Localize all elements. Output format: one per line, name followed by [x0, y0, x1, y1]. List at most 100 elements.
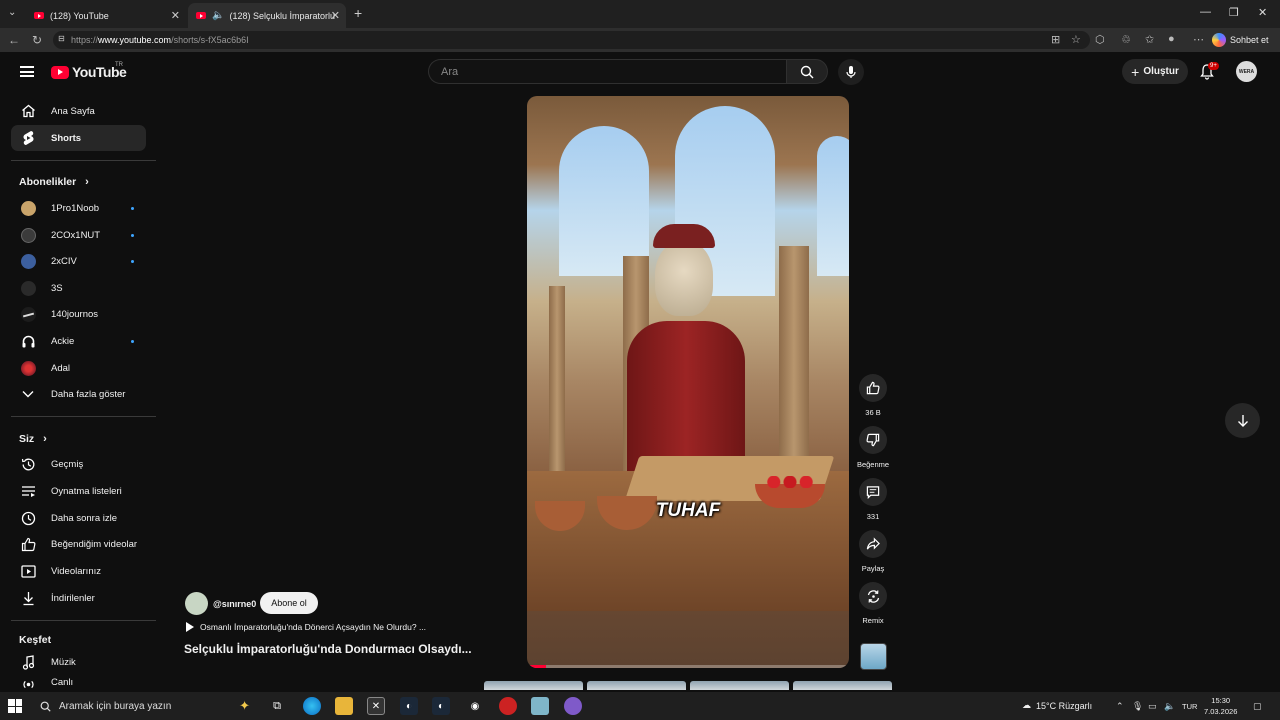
sidebar-item-playlists[interactable]: Oynatma listeleri: [11, 478, 146, 504]
refresh-icon[interactable]: ↻: [32, 33, 42, 47]
more-menu-icon[interactable]: ⋯: [1193, 33, 1204, 46]
series-link[interactable]: Osmanlı İmparatorluğu'nda Dönerci Açsayd…: [186, 622, 426, 632]
restore-icon[interactable]: ❐: [1229, 6, 1239, 19]
tab-title: (128) YouTube: [50, 10, 109, 21]
speaker-icon[interactable]: 🔈: [212, 10, 224, 21]
dislike-button[interactable]: [859, 426, 887, 454]
youtube-logo-icon: [51, 65, 69, 79]
steam-icon[interactable]: ◐: [400, 697, 418, 715]
search-input[interactable]: Ara: [428, 59, 786, 84]
network-icon[interactable]: ▭: [1148, 701, 1157, 712]
steam-icon[interactable]: ◐: [432, 697, 450, 715]
discord-icon[interactable]: [564, 697, 582, 715]
capcut-icon[interactable]: ✕: [367, 697, 385, 715]
sidebar-item-history[interactable]: Geçmiş: [11, 451, 146, 477]
minimize-icon[interactable]: —: [1200, 6, 1211, 18]
sidebar-item-shorts[interactable]: Shorts: [11, 125, 146, 151]
sidebar-item-show-more[interactable]: Daha fazla göster: [11, 381, 146, 407]
sound-thumbnail[interactable]: [860, 643, 887, 670]
taskbar-search[interactable]: Aramak için buraya yazın ✦: [32, 694, 262, 718]
sidebar-item-subscription[interactable]: Adal: [11, 355, 146, 381]
recorder-icon[interactable]: [499, 697, 517, 715]
favorite-star-icon[interactable]: ☆: [1071, 33, 1081, 46]
play-icon: [186, 622, 194, 632]
new-tab-icon[interactable]: +: [354, 5, 362, 21]
browser-tab-youtube[interactable]: (128) YouTube ✕: [26, 3, 186, 28]
obs-icon[interactable]: ◉: [466, 697, 484, 715]
comments-button[interactable]: [859, 478, 887, 506]
notification-center-icon[interactable]: ▢: [1253, 701, 1262, 712]
next-video-preview[interactable]: [484, 681, 892, 690]
search-button[interactable]: [786, 59, 828, 84]
url-field[interactable]: ⊟ https://www.youtube.com/shorts/s-fX5ac…: [53, 31, 1090, 49]
sidebar-item-watch-later[interactable]: Daha sonra izle: [11, 505, 146, 531]
sidebar-item-home[interactable]: Ana Sayfa: [11, 98, 146, 124]
sidebar-item-liked-videos[interactable]: Beğendiğim videolar: [11, 531, 146, 557]
video-progress-track[interactable]: [527, 665, 849, 668]
next-video-button[interactable]: [1225, 403, 1260, 438]
sidebar-item-label: 1Pro1Noob: [51, 202, 100, 214]
channel-name[interactable]: @sınırne0: [213, 599, 256, 609]
tab-close-icon[interactable]: ✕: [171, 9, 180, 22]
edge-icon[interactable]: [303, 697, 321, 715]
favorites-icon[interactable]: ✩: [1145, 33, 1154, 46]
create-button[interactable]: + Oluştur: [1122, 59, 1188, 84]
sidebar-divider: [11, 620, 156, 621]
site-info-icon[interactable]: ⊟: [58, 34, 65, 43]
short-video-player[interactable]: TUHAF: [527, 96, 849, 668]
sidebar-item-your-videos[interactable]: Videolarınız: [11, 558, 146, 584]
copilot-button[interactable]: Sohbet et: [1212, 31, 1269, 49]
tab-close-icon[interactable]: ✕: [331, 9, 340, 22]
share-label: Paylaş: [861, 564, 885, 573]
sidebar-item-subscription[interactable]: Ackie: [11, 328, 146, 354]
sidebar-item-downloads[interactable]: İndirilenler: [11, 585, 146, 611]
windows-start-icon[interactable]: [8, 699, 22, 713]
file-explorer-icon[interactable]: [335, 697, 353, 715]
sidebar-item-live[interactable]: Canlı: [11, 677, 146, 691]
remix-button[interactable]: [859, 582, 887, 610]
back-icon[interactable]: ←: [8, 33, 20, 47]
voice-search-button[interactable]: [838, 59, 864, 85]
sidebar-item-subscription[interactable]: 140journos: [11, 301, 146, 327]
sidebar-item-subscription[interactable]: 1Pro1Noob: [11, 195, 146, 221]
sidebar-item-music[interactable]: Müzik: [11, 649, 146, 675]
tray-chevron-icon[interactable]: ⌃: [1116, 701, 1124, 712]
performance-icon[interactable]: ♲: [1121, 33, 1131, 46]
channel-avatar[interactable]: [185, 592, 208, 615]
music-icon: [19, 654, 37, 670]
window-close-icon[interactable]: ✕: [1258, 6, 1267, 19]
like-button[interactable]: [859, 374, 887, 402]
sidebar-item-subscription[interactable]: 3S: [11, 275, 146, 301]
sidebar-item-subscription[interactable]: 2xCIV: [11, 248, 146, 274]
remix-label: Remix: [862, 616, 884, 625]
subscriptions-header[interactable]: Abonelikler ›: [19, 176, 89, 188]
youtube-logo[interactable]: YouTube TR: [51, 62, 127, 80]
video-title[interactable]: Selçuklu İmparatorluğu'nda Dondurmacı Ol…: [184, 642, 472, 656]
section-title: Siz: [19, 433, 35, 445]
taskbar-clock[interactable]: 15:30 7.03.2026: [1204, 695, 1237, 717]
url-host: www.youtube.com: [98, 35, 172, 45]
live-icon: [19, 677, 37, 691]
app-install-icon[interactable]: ⊞: [1051, 33, 1060, 46]
subscribe-button[interactable]: Abone ol: [260, 592, 318, 614]
browser-tab-short[interactable]: 🔈 (128) Selçuklu İmparatorluğu' ✕: [188, 3, 346, 28]
profile-icon[interactable]: ●: [1168, 33, 1175, 45]
sidebar-item-subscription[interactable]: 2COx1NUT: [11, 222, 146, 248]
tab-list-chevron-icon[interactable]: ⌄: [8, 7, 16, 18]
sidebar-item-label: 2COx1NUT: [51, 229, 101, 241]
weather-widget[interactable]: ☁ 15°C Rüzgarlı: [1022, 700, 1092, 711]
menu-icon[interactable]: [20, 66, 34, 77]
account-avatar[interactable]: WERA: [1236, 61, 1257, 82]
task-view-icon[interactable]: ⧉: [268, 697, 286, 715]
extensions-icon[interactable]: ⬡: [1095, 33, 1105, 46]
microphone-tray-icon[interactable]: 🎙: [1132, 701, 1143, 712]
comment-icon: [866, 486, 880, 499]
you-header[interactable]: Siz ›: [19, 433, 47, 445]
new-content-dot: [131, 259, 134, 263]
volume-icon[interactable]: 🔈: [1164, 701, 1175, 712]
share-button[interactable]: [859, 530, 887, 558]
new-content-dot: [131, 206, 134, 210]
language-indicator[interactable]: TUR: [1182, 702, 1197, 711]
chevron-down-icon: [19, 390, 37, 398]
app-icon[interactable]: [531, 697, 549, 715]
